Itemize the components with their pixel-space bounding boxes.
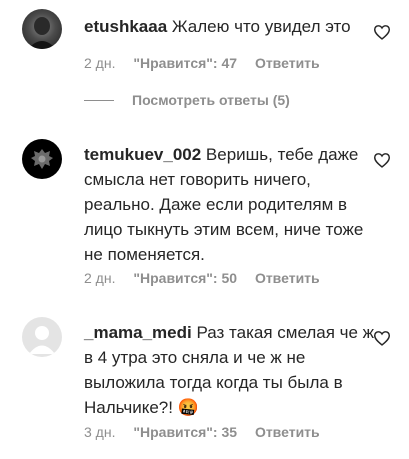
coat-of-arms-icon (31, 149, 53, 169)
avatar-etushkaaa[interactable] (22, 9, 62, 49)
view-replies-label: Посмотреть ответы (5) (132, 92, 290, 108)
avatar-_mama_medi[interactable] (22, 317, 62, 357)
replies-divider (84, 99, 114, 101)
comment-body: _mama_medi Раз такая смелая че ж в 4 утр… (84, 320, 376, 420)
comment-text: Жалею что увидел это (171, 17, 351, 36)
heart-outline-icon[interactable] (373, 330, 391, 346)
default-avatar-icon (29, 326, 55, 354)
likes-count[interactable]: "Нравится": 47 (133, 55, 237, 71)
reply-button[interactable]: Ответить (255, 424, 320, 440)
comment-time: 2 дн. (84, 55, 116, 71)
comment-meta: 3 дн. "Нравится": 35 Ответить (84, 424, 320, 440)
comment-time: 3 дн. (84, 424, 116, 440)
person-photo-icon (28, 17, 56, 49)
comment-meta: 2 дн. "Нравится": 47 Ответить (84, 55, 320, 71)
comment-body: temukuev_002 Веришь, тебе даже смысла не… (84, 142, 376, 267)
likes-count[interactable]: "Нравится": 35 (133, 424, 237, 440)
view-replies-button[interactable]: Посмотреть ответы (5) (84, 92, 290, 108)
heart-outline-icon[interactable] (373, 152, 391, 168)
username-link[interactable]: temukuev_002 (84, 145, 201, 164)
username-link[interactable]: _mama_medi (84, 323, 192, 342)
heart-outline-icon[interactable] (373, 24, 391, 40)
comment-body: etushkaaa Жалею что увидел это (84, 14, 376, 39)
username-link[interactable]: etushkaaa (84, 17, 167, 36)
reply-button[interactable]: Ответить (255, 55, 320, 71)
likes-count[interactable]: "Нравится": 50 (133, 270, 237, 286)
reply-button[interactable]: Ответить (255, 270, 320, 286)
comment-meta: 2 дн. "Нравится": 50 Ответить (84, 270, 320, 286)
comment-time: 2 дн. (84, 270, 116, 286)
avatar-temukuev_002[interactable] (22, 139, 62, 179)
